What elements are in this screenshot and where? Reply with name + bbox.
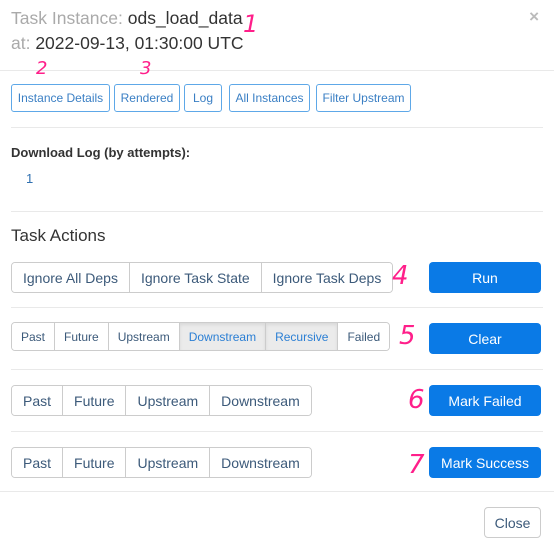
failed-upstream-toggle[interactable]: Upstream — [125, 386, 210, 415]
success-future-toggle[interactable]: Future — [62, 448, 126, 477]
clear-past-toggle[interactable]: Past — [12, 323, 55, 350]
failed-future-toggle[interactable]: Future — [62, 386, 126, 415]
mark-success-button[interactable]: Mark Success — [429, 447, 541, 478]
failed-past-toggle[interactable]: Past — [12, 386, 63, 415]
mark-success-options-group: Past Future Upstream Downstream — [11, 447, 312, 478]
annotation-marker: 7 — [408, 450, 425, 480]
clear-future-toggle[interactable]: Future — [54, 323, 108, 350]
execution-date-line: at: 2022-09-13, 01:30:00 UTC — [11, 33, 244, 54]
annotation-marker: 6 — [408, 385, 425, 415]
filter-upstream-button[interactable]: Filter Upstream — [316, 84, 411, 112]
close-icon[interactable]: × — [529, 8, 539, 25]
divider — [11, 127, 543, 128]
task-actions-title: Task Actions — [11, 226, 106, 245]
ignore-task-deps-toggle[interactable]: Ignore Task Deps — [260, 263, 393, 292]
mark-failed-button[interactable]: Mark Failed — [429, 385, 541, 416]
clear-recursive-toggle[interactable]: Recursive — [265, 323, 338, 350]
annotation-marker: 5 — [399, 321, 416, 351]
task-id: ods_load_data — [127, 8, 243, 28]
mark-failed-options-group: Past Future Upstream Downstream — [11, 385, 312, 416]
annotation-marker: 4 — [392, 261, 409, 291]
success-upstream-toggle[interactable]: Upstream — [125, 448, 210, 477]
success-downstream-toggle[interactable]: Downstream — [209, 448, 311, 477]
instance-details-button[interactable]: Instance Details — [11, 84, 110, 112]
clear-upstream-toggle[interactable]: Upstream — [107, 323, 179, 350]
execution-date-label: at: — [11, 33, 36, 53]
close-button[interactable]: Close — [484, 507, 541, 538]
success-past-toggle[interactable]: Past — [12, 448, 63, 477]
annotation-marker: 1 — [243, 10, 259, 38]
failed-downstream-toggle[interactable]: Downstream — [209, 386, 311, 415]
divider — [11, 307, 543, 308]
clear-failed-toggle[interactable]: Failed — [337, 323, 390, 350]
annotation-marker: 2 — [36, 58, 48, 79]
log-button[interactable]: Log — [184, 84, 222, 112]
all-instances-button[interactable]: All Instances — [229, 84, 310, 112]
ignore-all-deps-toggle[interactable]: Ignore All Deps — [12, 263, 129, 292]
annotation-marker: 3 — [140, 58, 152, 79]
execution-date: 2022-09-13, 01:30:00 UTC — [35, 33, 244, 53]
clear-options-group: Past Future Upstream Downstream Recursiv… — [11, 322, 391, 351]
download-log-attempt-link[interactable]: 1 — [26, 171, 33, 186]
run-button[interactable]: Run — [429, 262, 541, 293]
header-divider — [0, 70, 554, 71]
modal-title: Task Instance: ods_load_data — [11, 8, 243, 29]
download-log-title: Download Log (by attempts): — [11, 145, 191, 160]
divider — [11, 369, 543, 370]
divider — [11, 431, 543, 432]
footer-divider — [0, 491, 554, 492]
clear-button[interactable]: Clear — [429, 323, 541, 354]
divider — [11, 211, 543, 212]
ignore-task-state-toggle[interactable]: Ignore Task State — [128, 263, 261, 292]
run-options-group: Ignore All Deps Ignore Task State Ignore… — [11, 262, 394, 293]
task-instance-label: Task Instance: — [11, 8, 128, 28]
rendered-button[interactable]: Rendered — [114, 84, 180, 112]
clear-downstream-toggle[interactable]: Downstream — [178, 323, 266, 350]
